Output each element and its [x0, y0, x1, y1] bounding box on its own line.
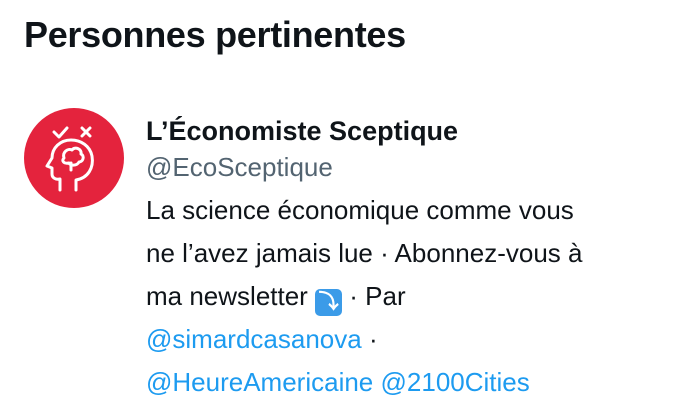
avatar[interactable]: [24, 108, 124, 208]
arrow-down-right-emoji-icon: ⤵: [315, 289, 343, 316]
mention-link-heureamericaine[interactable]: @HeureAmericaine: [146, 367, 373, 397]
bio-text-line1: La science économique comme vous: [146, 195, 574, 225]
mention-link-2100cities[interactable]: @2100Cities: [381, 367, 530, 397]
mention-link-simardcasanova[interactable]: @simardcasanova: [146, 324, 362, 354]
head-brain-icon: [45, 126, 94, 192]
section-title: Personnes pertinentes: [24, 14, 406, 55]
bio-separator: ·: [361, 324, 378, 354]
person-card[interactable]: L’Économiste Sceptique @EcoSceptique La …: [24, 108, 664, 404]
bio-text-by: · Par: [342, 281, 406, 311]
user-bio: La science économique comme vous ne l’av…: [146, 189, 656, 404]
bio-text-line2: ne l’avez jamais lue · Abonnez-vous à: [146, 238, 583, 268]
display-name[interactable]: L’Économiste Sceptique: [146, 114, 664, 148]
user-handle[interactable]: @EcoSceptique: [146, 150, 664, 184]
related-people-panel: Personnes pertinentes L’Économiste Scept…: [0, 0, 676, 410]
bio-text-line3: ma newsletter: [146, 281, 316, 311]
